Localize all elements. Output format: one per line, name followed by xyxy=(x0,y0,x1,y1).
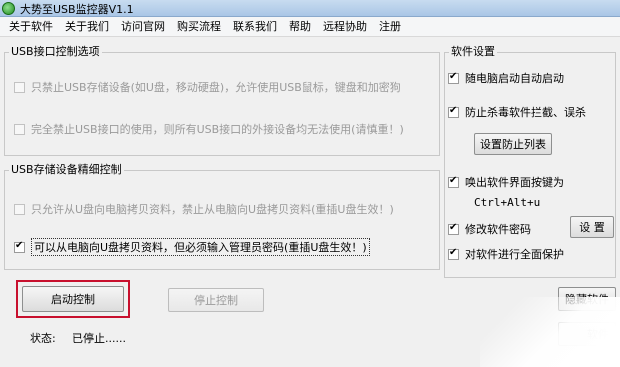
full-protect-label: 对软件进行全面保护 xyxy=(465,248,564,261)
window-title: 大势至USB监控器V1.1 xyxy=(20,3,134,16)
title-bar[interactable]: 大势至USB监控器V1.1 xyxy=(0,0,620,17)
block-all-usb-option[interactable]: 完全禁止USB接口的使用，则所有USB接口的外接设备均无法使用(请慎重！) xyxy=(14,121,404,137)
menu-item-remote-assist[interactable]: 远程协助 xyxy=(317,17,373,37)
block-storage-only-checkbox[interactable] xyxy=(14,81,25,93)
menu-bar: 关于软件 关于我们 访问官网 购买流程 联系我们 帮助 远程协助 注册 xyxy=(0,17,620,37)
full-protect-option[interactable]: 对软件进行全面保护 xyxy=(448,246,564,262)
hotkey-label: 唤出软件界面按键为 xyxy=(465,176,564,189)
readonly-udisk-option[interactable]: 只允许从U盘向电脑拷贝资料，禁止从电脑向U盘拷贝资料(重插U盘生效！) xyxy=(14,201,394,217)
password-copy-label: 可以从电脑向U盘拷贝资料，但必须输入管理员密码(重插U盘生效！) xyxy=(31,238,370,256)
hotkey-option[interactable]: 唤出软件界面按键为 xyxy=(448,174,564,190)
menu-item-register[interactable]: 注册 xyxy=(373,17,407,37)
block-storage-only-option[interactable]: 只禁止USB存储设备(如U盘，移动硬盘)，允许使用USB鼠标，键盘和加密狗 xyxy=(14,79,401,95)
autostart-checkbox[interactable] xyxy=(448,71,459,84)
change-password-label: 修改软件密码 xyxy=(465,223,531,236)
menu-item-purchase[interactable]: 购买流程 xyxy=(171,17,227,37)
menu-item-contact[interactable]: 联系我们 xyxy=(227,17,283,37)
menu-item-about-software[interactable]: 关于软件 xyxy=(3,17,59,37)
usb-storage-control-legend: USB存储设备精细控制 xyxy=(9,163,124,177)
antivirus-protect-option[interactable]: 防止杀毒软件拦截、误杀 xyxy=(448,104,586,120)
autostart-option[interactable]: 随电脑启动自动启动 xyxy=(448,70,564,86)
stop-control-button[interactable]: 停止控制 xyxy=(168,288,264,312)
block-all-usb-checkbox[interactable] xyxy=(14,123,25,135)
menu-item-help[interactable]: 帮助 xyxy=(283,17,317,37)
change-password-option[interactable]: 修改软件密码 xyxy=(448,221,531,237)
hotkey-checkbox[interactable] xyxy=(448,175,459,188)
password-copy-checkbox[interactable] xyxy=(14,240,25,253)
password-copy-option[interactable]: 可以从电脑向U盘拷贝资料，但必须输入管理员密码(重插U盘生效！) xyxy=(14,238,370,256)
antivirus-protect-label: 防止杀毒软件拦截、误杀 xyxy=(465,106,586,119)
software-settings-legend: 软件设置 xyxy=(449,45,497,59)
watermark-overlay xyxy=(480,297,620,367)
menu-item-about-us[interactable]: 关于我们 xyxy=(59,17,115,37)
block-storage-only-label: 只禁止USB存储设备(如U盘，移动硬盘)，允许使用USB鼠标，键盘和加密狗 xyxy=(31,81,401,94)
set-password-button[interactable]: 设 置 xyxy=(570,216,614,238)
start-control-button[interactable]: 启动控制 xyxy=(22,286,124,312)
antivirus-protect-checkbox[interactable] xyxy=(448,105,459,118)
full-protect-checkbox[interactable] xyxy=(448,247,459,260)
menu-item-visit-website[interactable]: 访问官网 xyxy=(115,17,171,37)
usb-port-control-group: USB接口控制选项 xyxy=(4,45,440,156)
hotkey-value: Ctrl+Alt+u xyxy=(474,196,541,209)
set-prevent-list-button[interactable]: 设置防止列表 xyxy=(474,133,552,155)
usb-port-control-legend: USB接口控制选项 xyxy=(9,45,102,59)
status-label: 状态: xyxy=(30,332,56,345)
autostart-label: 随电脑启动自动启动 xyxy=(465,72,564,85)
readonly-udisk-label: 只允许从U盘向电脑拷贝资料，禁止从电脑向U盘拷贝资料(重插U盘生效！) xyxy=(31,203,394,216)
app-icon xyxy=(2,2,15,15)
block-all-usb-label: 完全禁止USB接口的使用，则所有USB接口的外接设备均无法使用(请慎重！) xyxy=(31,123,404,136)
change-password-checkbox[interactable] xyxy=(448,222,459,235)
readonly-udisk-checkbox[interactable] xyxy=(14,203,25,215)
status-value: 已停止...... xyxy=(72,332,126,345)
